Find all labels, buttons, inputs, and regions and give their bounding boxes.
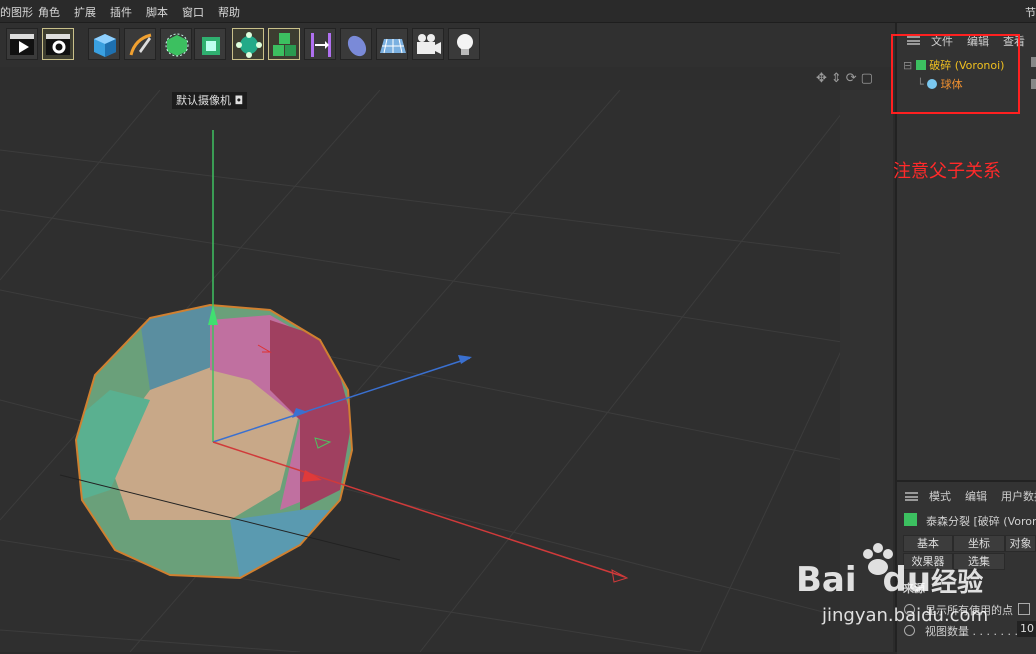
menu-item-plugins[interactable]: 插件: [110, 4, 132, 20]
camera-label: 默认摄像机 ◘: [172, 92, 248, 109]
floor-icon: [380, 38, 406, 54]
light-icon: [457, 34, 473, 55]
menu-item-script[interactable]: 脚本: [146, 4, 168, 20]
voronoi-fracture-icon: [904, 513, 917, 526]
pen-button[interactable]: [124, 28, 156, 60]
radio-dot-icon[interactable]: [904, 625, 915, 636]
effector-button[interactable]: [340, 28, 372, 60]
render-settings-icon: [46, 34, 70, 55]
menu-item-extensions[interactable]: 扩展: [74, 4, 96, 20]
extrude-button[interactable]: [194, 28, 226, 60]
paw-icon: [863, 543, 893, 575]
option-checkbox[interactable]: [1018, 603, 1030, 615]
render-view-icon: [10, 34, 34, 55]
attr-object-name: 泰森分裂 [破碎 (Voronoi)]: [926, 515, 1036, 528]
light-button[interactable]: [448, 28, 480, 60]
viewport-scene: [0, 90, 893, 652]
voronoi-sphere[interactable]: [60, 290, 360, 590]
attribute-menu-icon[interactable]: [905, 492, 918, 501]
cube-button[interactable]: [88, 28, 120, 60]
viewport[interactable]: [0, 90, 893, 652]
menu-item-help[interactable]: 帮助: [218, 4, 240, 20]
render-settings-button[interactable]: [42, 28, 74, 60]
attr-menu-userdata[interactable]: 用户数据: [1001, 488, 1036, 504]
attr-menu-mode[interactable]: 模式: [929, 488, 951, 504]
annotation-note: 注意父子关系: [893, 161, 1001, 182]
extrude-icon: [202, 37, 220, 55]
camera-small-icon: ◘: [234, 94, 244, 107]
floor-button[interactable]: [376, 28, 408, 60]
pen-icon: [129, 33, 152, 56]
render-view-button[interactable]: [6, 28, 38, 60]
subdivision-button[interactable]: [160, 28, 192, 60]
menu-item-window[interactable]: 窗口: [182, 4, 204, 20]
voronoi-fracture-button[interactable]: [268, 28, 300, 60]
main-toolbar: [0, 23, 895, 67]
menu-item-graphics[interactable]: 的图形: [0, 4, 33, 20]
tab-basic[interactable]: 基本: [903, 535, 953, 552]
attr-menu-edit[interactable]: 编辑: [965, 488, 987, 504]
view-count-field[interactable]: 10: [1017, 621, 1036, 637]
menu-bar: 的图形 角色 扩展 插件 脚本 窗口 帮助 节: [0, 0, 1036, 23]
watermark-url: jingyan.baidu.com: [822, 605, 989, 626]
subdivision-icon: [165, 33, 189, 57]
mograph-cloner-icon: [236, 32, 262, 58]
tab-coord[interactable]: 坐标: [953, 535, 1005, 552]
menu-item-character[interactable]: 角色: [38, 4, 60, 20]
camera-icon: [417, 34, 441, 54]
highlight-box: [891, 34, 1020, 114]
voronoi-fracture-icon: [273, 33, 296, 56]
tab-object[interactable]: 对象: [1005, 535, 1036, 552]
deformer-button[interactable]: [304, 28, 336, 60]
visibility-toggle[interactable]: [1031, 57, 1036, 67]
deformer-icon: [311, 33, 331, 57]
cloner-button[interactable]: [232, 28, 264, 60]
camera-button[interactable]: [412, 28, 444, 60]
viewport-nav-icons[interactable]: ✥⇕⟳▢: [816, 71, 877, 86]
cube-icon: [94, 34, 116, 57]
visibility-toggle[interactable]: [1031, 79, 1036, 89]
effector-icon: [347, 35, 367, 57]
menu-item-right[interactable]: 节: [1025, 4, 1036, 20]
viewport-header: [0, 67, 895, 90]
